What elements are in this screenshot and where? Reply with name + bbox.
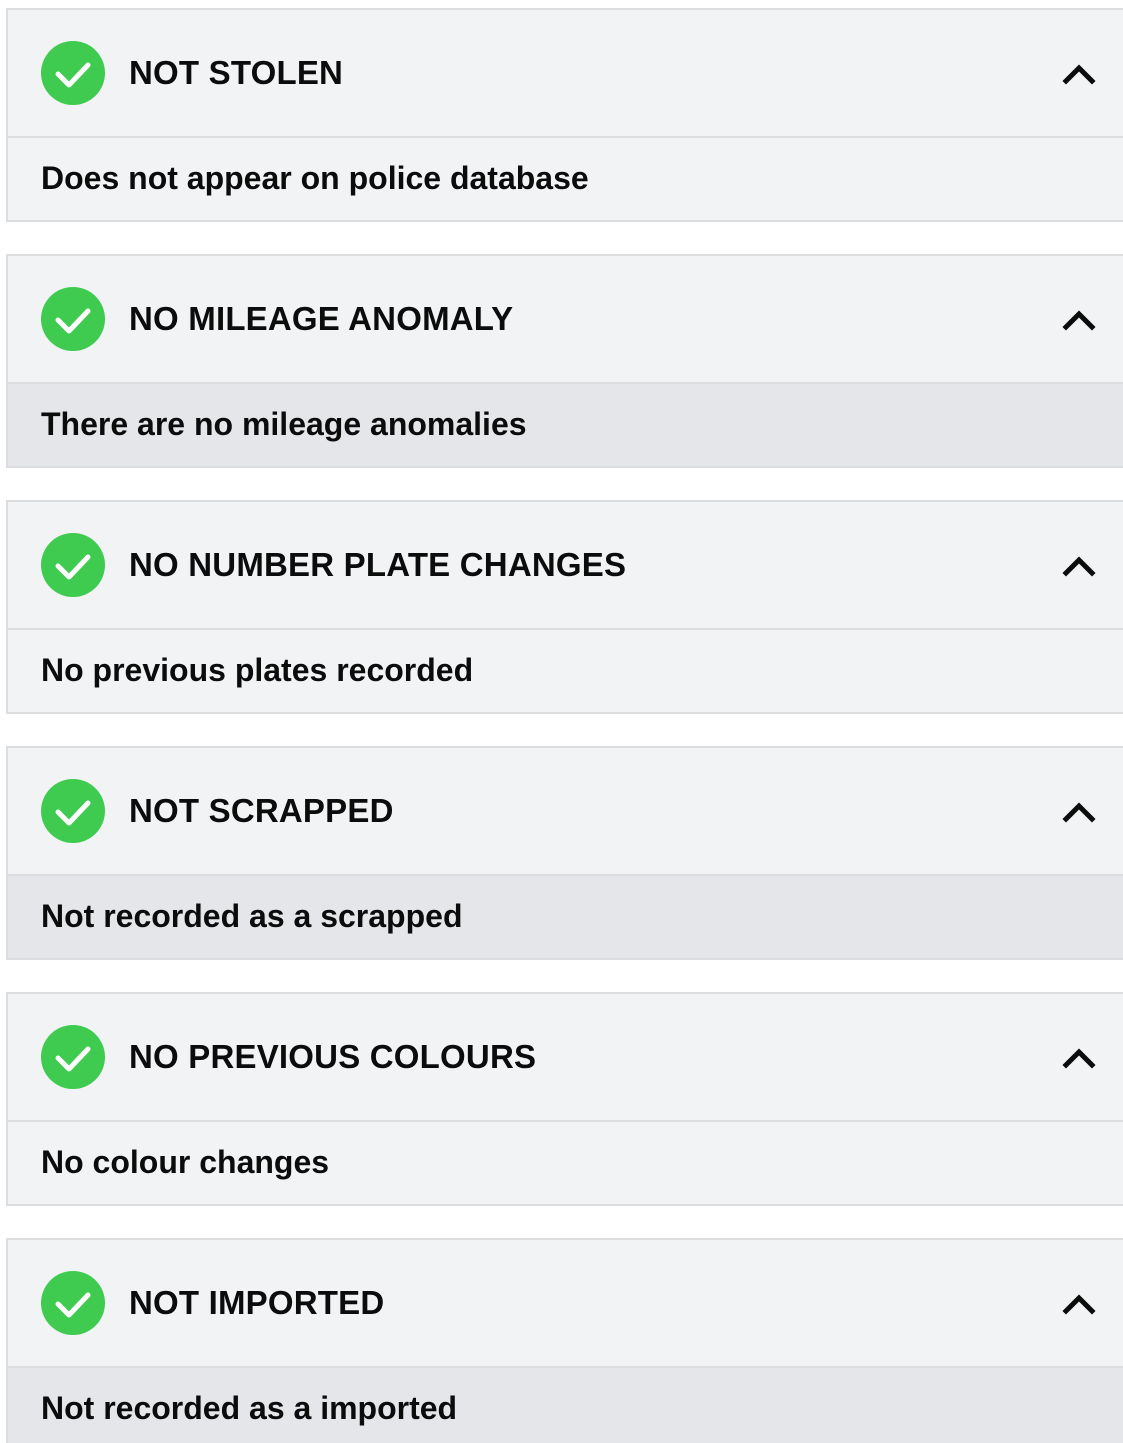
check-detail-panel: Does not appear on police database	[8, 138, 1123, 220]
check-card-not-stolen: NOT STOLEN Does not appear on police dat…	[6, 8, 1123, 222]
check-circle-icon	[41, 287, 105, 351]
check-detail: Not recorded as a scrapped	[41, 898, 463, 934]
check-detail-panel: Not recorded as a imported	[8, 1368, 1123, 1443]
check-header[interactable]: NOT STOLEN	[8, 10, 1123, 138]
check-circle-icon	[41, 1271, 105, 1335]
check-card-no-mileage-anomaly: NO MILEAGE ANOMALY There are no mileage …	[6, 254, 1123, 468]
check-card-no-number-plate-changes: NO NUMBER PLATE CHANGES No previous plat…	[6, 500, 1123, 714]
check-header[interactable]: NOT IMPORTED	[8, 1240, 1123, 1368]
check-detail-panel: No previous plates recorded	[8, 630, 1123, 712]
check-card-not-imported: NOT IMPORTED Not recorded as a imported	[6, 1238, 1123, 1443]
check-title: NO NUMBER PLATE CHANGES	[129, 546, 627, 583]
check-detail: Does not appear on police database	[41, 160, 589, 196]
check-title: NOT STOLEN	[129, 54, 344, 91]
check-detail-panel: No colour changes	[8, 1122, 1123, 1204]
check-detail-panel: Not recorded as a scrapped	[8, 876, 1123, 958]
check-header[interactable]: NO PREVIOUS COLOURS	[8, 994, 1123, 1122]
check-detail: There are no mileage anomalies	[41, 406, 527, 442]
check-circle-icon	[41, 41, 105, 105]
chevron-up-icon[interactable]	[1061, 305, 1097, 333]
check-header[interactable]: NO NUMBER PLATE CHANGES	[8, 502, 1123, 630]
check-card-no-previous-colours: NO PREVIOUS COLOURS No colour changes	[6, 992, 1123, 1206]
check-title: NO PREVIOUS COLOURS	[129, 1038, 537, 1075]
check-title: NOT IMPORTED	[129, 1284, 385, 1321]
check-detail: No colour changes	[41, 1144, 330, 1180]
check-circle-icon	[41, 1025, 105, 1089]
check-header[interactable]: NOT SCRAPPED	[8, 748, 1123, 876]
chevron-up-icon[interactable]	[1061, 1043, 1097, 1071]
check-detail-panel: There are no mileage anomalies	[8, 384, 1123, 466]
vehicle-checks-list: NOT STOLEN Does not appear on police dat…	[0, 0, 1123, 1443]
check-title: NO MILEAGE ANOMALY	[129, 300, 514, 337]
chevron-up-icon[interactable]	[1061, 551, 1097, 579]
check-header[interactable]: NO MILEAGE ANOMALY	[8, 256, 1123, 384]
chevron-up-icon[interactable]	[1061, 797, 1097, 825]
check-circle-icon	[41, 779, 105, 843]
chevron-up-icon[interactable]	[1061, 1289, 1097, 1317]
chevron-up-icon[interactable]	[1061, 59, 1097, 87]
check-detail: Not recorded as a imported	[41, 1390, 458, 1426]
check-detail: No previous plates recorded	[41, 652, 474, 688]
check-card-not-scrapped: NOT SCRAPPED Not recorded as a scrapped	[6, 746, 1123, 960]
check-circle-icon	[41, 533, 105, 597]
check-title: NOT SCRAPPED	[129, 792, 394, 829]
